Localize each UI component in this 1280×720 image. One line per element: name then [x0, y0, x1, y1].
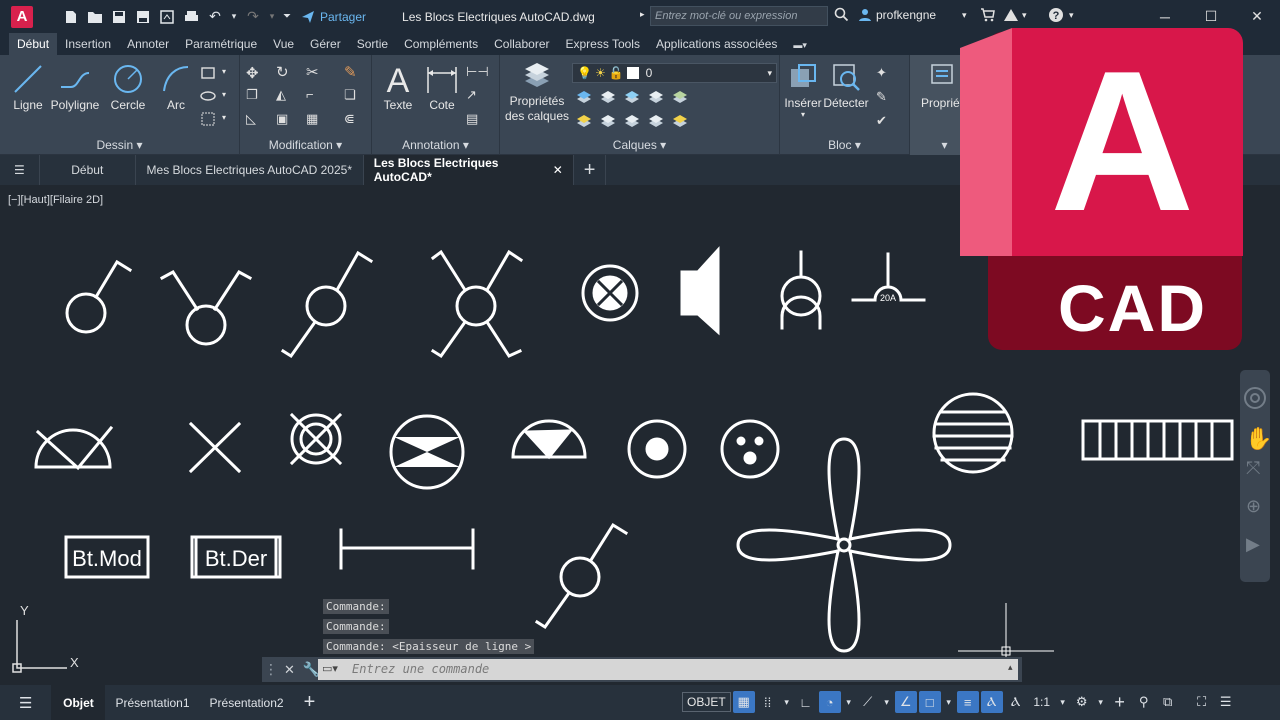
model-space-button[interactable]: OBJET [682, 692, 731, 712]
command-prompt-icon[interactable]: ▭▾ [322, 662, 338, 675]
cross-switch-symbol[interactable] [430, 249, 524, 359]
crossed-lamp-symbol[interactable] [289, 412, 343, 466]
two-way-switch-symbol[interactable] [280, 250, 374, 359]
command-history-line: Commande: [323, 619, 389, 634]
polar-tracking-icon[interactable]: ◔ [818, 691, 841, 713]
command-input[interactable]: Entrez une commande [318, 659, 1018, 680]
command-grip-icon[interactable]: ⋮ [264, 661, 278, 678]
workspace-dropdown-icon[interactable]: ▾ [1095, 691, 1107, 713]
layout-tab-presentation1[interactable]: Présentation1 [105, 685, 199, 720]
speaker-symbol[interactable] [680, 246, 720, 336]
autocad-logo-word: CAD [1058, 271, 1207, 345]
workspace-gear-icon[interactable]: ⚙ [1071, 691, 1093, 713]
infer-constraints-icon[interactable]: ∟ [795, 691, 817, 713]
crosshair-cursor [958, 603, 1054, 658]
switch-symbol[interactable] [65, 259, 133, 334]
bt-der-label: Bt.Der [205, 546, 267, 571]
radiator-symbol[interactable] [1081, 419, 1234, 461]
double-switch-symbol[interactable] [159, 270, 253, 346]
cross-point-symbol[interactable] [188, 421, 242, 474]
annotation-monitor-icon[interactable]: + [1109, 691, 1131, 713]
orbit-icon[interactable]: ⊕ [1246, 496, 1261, 517]
auto-scale-icon[interactable]: Ⲁ [1005, 691, 1027, 713]
osnap-dropdown-icon[interactable]: ▾ [943, 691, 955, 713]
zoom-icon[interactable]: ⤧ [1246, 458, 1260, 479]
annotation-visibility-icon[interactable]: Ⲁ [980, 691, 1003, 713]
striped-circle-symbol[interactable] [932, 392, 1014, 474]
layout-tab-objet[interactable]: Objet [51, 685, 106, 720]
object-snap-icon[interactable]: □ [918, 691, 941, 713]
steering-wheel-icon[interactable] [1243, 386, 1267, 410]
status-bar: ☰ Objet Présentation1 Présentation2 + OB… [0, 685, 1280, 720]
lineweight-icon[interactable]: ≡ [956, 691, 979, 713]
half-circle-lamp-symbol[interactable] [34, 425, 114, 471]
isometric-icon[interactable]: ⟋ [857, 691, 879, 713]
command-history-toggle-icon[interactable]: ▴ [1008, 662, 1013, 673]
polar-dropdown-icon[interactable]: ▾ [843, 691, 855, 713]
socket-symbol[interactable] [627, 419, 687, 479]
layout-tab-presentation2[interactable]: Présentation2 [200, 685, 294, 720]
switch-symbol-2[interactable] [534, 522, 629, 630]
command-history-line: Commande: <Epaisseur de ligne > [323, 639, 535, 654]
grid-icon[interactable]: ▦ [732, 691, 755, 713]
layout-menu-icon[interactable]: ☰ [0, 685, 51, 720]
status-spacer [1181, 691, 1189, 713]
breaker-label: 20A [880, 293, 896, 303]
scale-dropdown-icon[interactable]: ▾ [1057, 691, 1069, 713]
busbar-symbol[interactable] [339, 528, 475, 570]
command-close-icon[interactable]: ✕ [284, 662, 295, 678]
units-icon[interactable]: ⚲ [1133, 691, 1155, 713]
transformer-symbol[interactable] [780, 250, 822, 330]
new-layout-icon[interactable]: + [294, 685, 326, 720]
ucs-y-label: Y [20, 603, 29, 618]
snap-dropdown-icon[interactable]: ▾ [781, 691, 793, 713]
quick-properties-icon[interactable]: ⧉ [1157, 691, 1179, 713]
showmotion-icon[interactable]: ▶ [1246, 534, 1260, 555]
ucs-icon [12, 620, 67, 673]
customize-status-icon[interactable]: ☰ [1215, 691, 1237, 713]
signal-lamp-symbol[interactable] [581, 264, 639, 322]
navigation-bar: ✋ ⤧ ⊕ ▶ [1240, 370, 1272, 582]
snap-icon[interactable]: ⁞⁞ [757, 691, 779, 713]
three-pin-socket-symbol[interactable] [720, 419, 780, 479]
pan-icon[interactable]: ✋ [1245, 426, 1272, 452]
autocad-logo-letter: A [1050, 30, 1195, 253]
command-history-line: Commande: [323, 599, 389, 614]
object-snap-tracking-icon[interactable]: ∠ [894, 691, 917, 713]
annotation-scale[interactable]: 1:1 [1029, 691, 1055, 713]
ucs-x-label: X [70, 655, 79, 670]
half-filled-symbol[interactable] [511, 419, 587, 460]
isometric-dropdown-icon[interactable]: ▾ [881, 691, 893, 713]
emergency-lamp-symbol[interactable] [389, 414, 465, 490]
bt-mod-label: Bt.Mod [72, 546, 142, 571]
fullscreen-icon[interactable]: ⛶ [1191, 691, 1213, 713]
